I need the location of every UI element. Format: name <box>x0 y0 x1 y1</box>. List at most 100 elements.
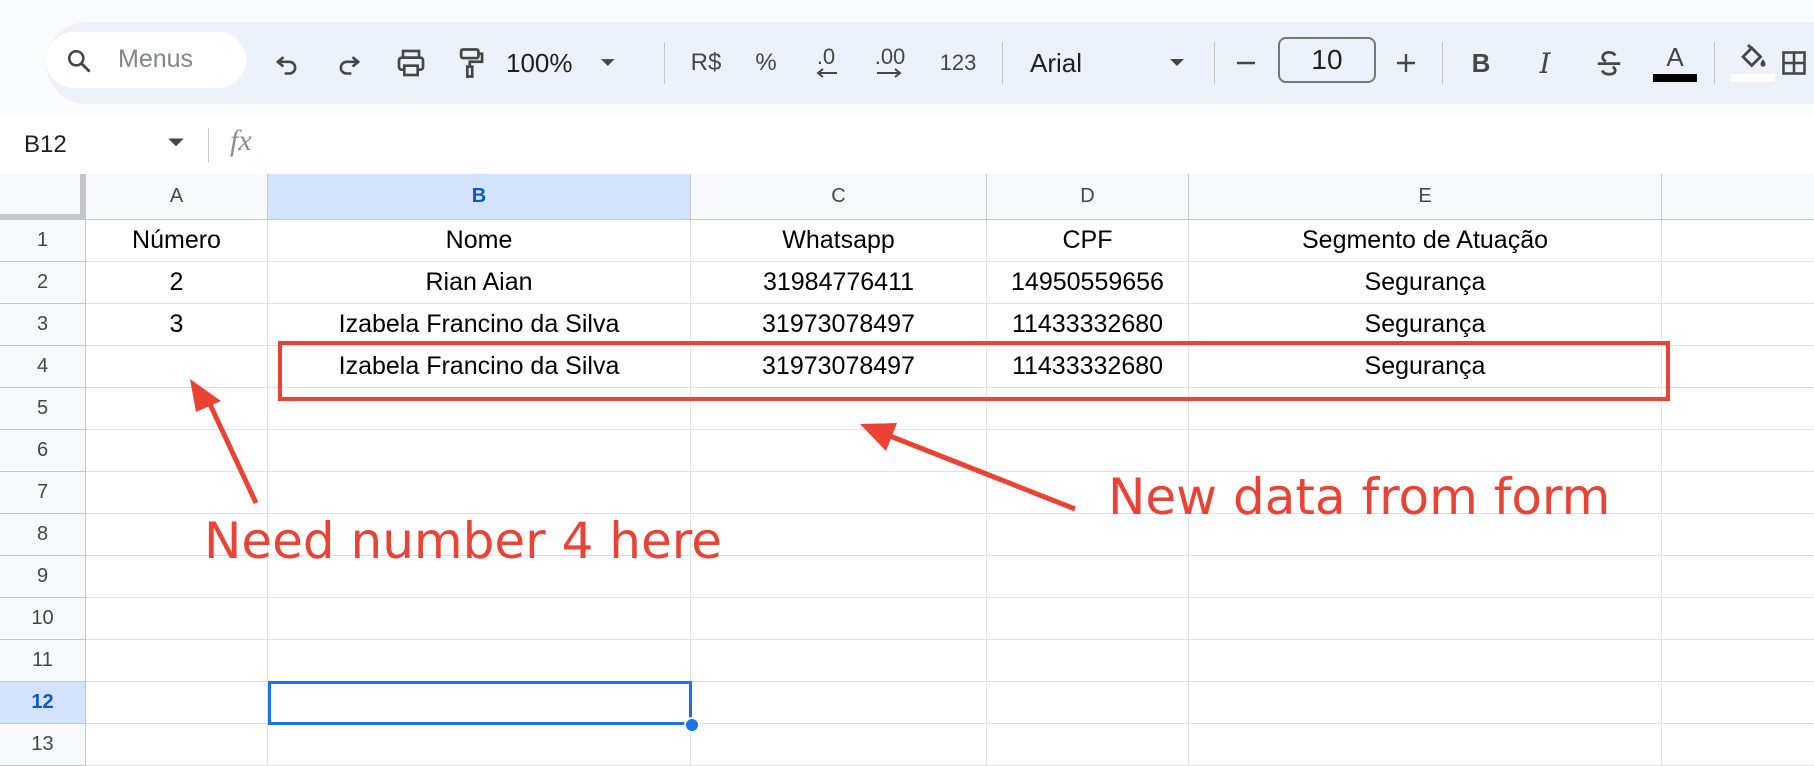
formula-input[interactable] <box>280 116 1780 174</box>
cell-a12[interactable] <box>86 682 268 724</box>
cell-b12[interactable] <box>268 682 691 724</box>
cell-a2[interactable]: 2 <box>86 262 268 304</box>
increase-decimal-button[interactable]: .00 <box>860 22 920 104</box>
row-header-11[interactable]: 11 <box>0 640 86 682</box>
currency-format-button[interactable]: R$ <box>678 22 734 104</box>
cell-f10[interactable] <box>1662 598 1814 640</box>
cell-c5[interactable] <box>691 388 987 430</box>
row-header-10[interactable]: 10 <box>0 598 86 640</box>
paint-format-button[interactable] <box>448 22 494 104</box>
cell-a11[interactable] <box>86 640 268 682</box>
cell-c1[interactable]: Whatsapp <box>691 220 987 262</box>
cell-c10[interactable] <box>691 598 987 640</box>
cell-c7[interactable] <box>691 472 987 514</box>
font-select[interactable]: Arial <box>1030 22 1200 104</box>
cell-f12[interactable] <box>1662 682 1814 724</box>
menus-search-box[interactable]: Menus <box>46 32 246 88</box>
cell-c4[interactable]: 31973078497 <box>691 346 987 388</box>
cell-d2[interactable]: 14950559656 <box>987 262 1189 304</box>
cell-a1[interactable]: Número <box>86 220 268 262</box>
row-header-4[interactable]: 4 <box>0 346 86 388</box>
cell-a5[interactable] <box>86 388 268 430</box>
cell-d3[interactable]: 11433332680 <box>987 304 1189 346</box>
cell-e13[interactable] <box>1189 724 1662 766</box>
cell-c2[interactable]: 31984776411 <box>691 262 987 304</box>
column-header-b[interactable]: B <box>268 174 691 220</box>
cell-a7[interactable] <box>86 472 268 514</box>
row-header-5[interactable]: 5 <box>0 388 86 430</box>
undo-button[interactable] <box>264 22 310 104</box>
italic-button[interactable]: I <box>1520 22 1570 104</box>
cell-e1[interactable]: Segmento de Atuação <box>1189 220 1662 262</box>
font-size-input[interactable]: 10 <box>1278 37 1376 83</box>
column-header-a[interactable]: A <box>86 174 268 220</box>
row-header-8[interactable]: 8 <box>0 514 86 556</box>
cell-d9[interactable] <box>987 556 1189 598</box>
cell-f6[interactable] <box>1662 430 1814 472</box>
cell-e5[interactable] <box>1189 388 1662 430</box>
row-header-9[interactable]: 9 <box>0 556 86 598</box>
cell-e10[interactable] <box>1189 598 1662 640</box>
cell-e2[interactable]: Segurança <box>1189 262 1662 304</box>
cell-b6[interactable] <box>268 430 691 472</box>
row-header-2[interactable]: 2 <box>0 262 86 304</box>
select-all-corner[interactable] <box>0 174 86 220</box>
cell-a13[interactable] <box>86 724 268 766</box>
column-header-next[interactable] <box>1662 174 1814 220</box>
row-header-3[interactable]: 3 <box>0 304 86 346</box>
cell-b11[interactable] <box>268 640 691 682</box>
column-header-d[interactable]: D <box>987 174 1189 220</box>
cell-f3[interactable] <box>1662 304 1814 346</box>
print-button[interactable] <box>386 22 436 104</box>
cell-c13[interactable] <box>691 724 987 766</box>
cell-b13[interactable] <box>268 724 691 766</box>
cell-c6[interactable] <box>691 430 987 472</box>
cell-d10[interactable] <box>987 598 1189 640</box>
cell-f4[interactable] <box>1662 346 1814 388</box>
zoom-select[interactable]: 100% <box>506 22 616 104</box>
percent-format-button[interactable]: % <box>744 22 788 104</box>
cell-d13[interactable] <box>987 724 1189 766</box>
cell-e12[interactable] <box>1189 682 1662 724</box>
cell-a6[interactable] <box>86 430 268 472</box>
cell-c8[interactable] <box>691 514 987 556</box>
more-formats-button[interactable]: 123 <box>926 22 990 104</box>
cell-f7[interactable] <box>1662 472 1814 514</box>
cell-f11[interactable] <box>1662 640 1814 682</box>
row-header-13[interactable]: 13 <box>0 724 86 766</box>
column-header-e[interactable]: E <box>1189 174 1662 220</box>
decrease-decimal-button[interactable]: .0 <box>798 22 854 104</box>
decrease-font-size-button[interactable] <box>1224 22 1268 104</box>
row-header-7[interactable]: 7 <box>0 472 86 514</box>
cell-e3[interactable]: Segurança <box>1189 304 1662 346</box>
cell-d6[interactable] <box>987 430 1189 472</box>
row-header-1[interactable]: 1 <box>0 220 86 262</box>
cell-c12[interactable] <box>691 682 987 724</box>
fill-color-button[interactable] <box>1726 22 1780 104</box>
cell-d5[interactable] <box>987 388 1189 430</box>
cell-e4[interactable]: Segurança <box>1189 346 1662 388</box>
bold-button[interactable]: B <box>1456 22 1506 104</box>
column-header-c[interactable]: C <box>691 174 987 220</box>
cell-c3[interactable]: 31973078497 <box>691 304 987 346</box>
cell-e11[interactable] <box>1189 640 1662 682</box>
increase-font-size-button[interactable] <box>1384 22 1428 104</box>
fill-handle[interactable] <box>684 717 700 733</box>
strikethrough-button[interactable] <box>1584 22 1634 104</box>
borders-button[interactable] <box>1774 22 1814 104</box>
cell-f5[interactable] <box>1662 388 1814 430</box>
cell-f1[interactable] <box>1662 220 1814 262</box>
cell-b7[interactable] <box>268 472 691 514</box>
cell-a10[interactable] <box>86 598 268 640</box>
cell-c9[interactable] <box>691 556 987 598</box>
cell-f2[interactable] <box>1662 262 1814 304</box>
cell-c11[interactable] <box>691 640 987 682</box>
cell-f13[interactable] <box>1662 724 1814 766</box>
row-header-6[interactable]: 6 <box>0 430 86 472</box>
chevron-down-icon[interactable] <box>166 136 186 150</box>
cell-b1[interactable]: Nome <box>268 220 691 262</box>
cell-f8[interactable] <box>1662 514 1814 556</box>
cell-f9[interactable] <box>1662 556 1814 598</box>
cell-b10[interactable] <box>268 598 691 640</box>
cell-a3[interactable]: 3 <box>86 304 268 346</box>
